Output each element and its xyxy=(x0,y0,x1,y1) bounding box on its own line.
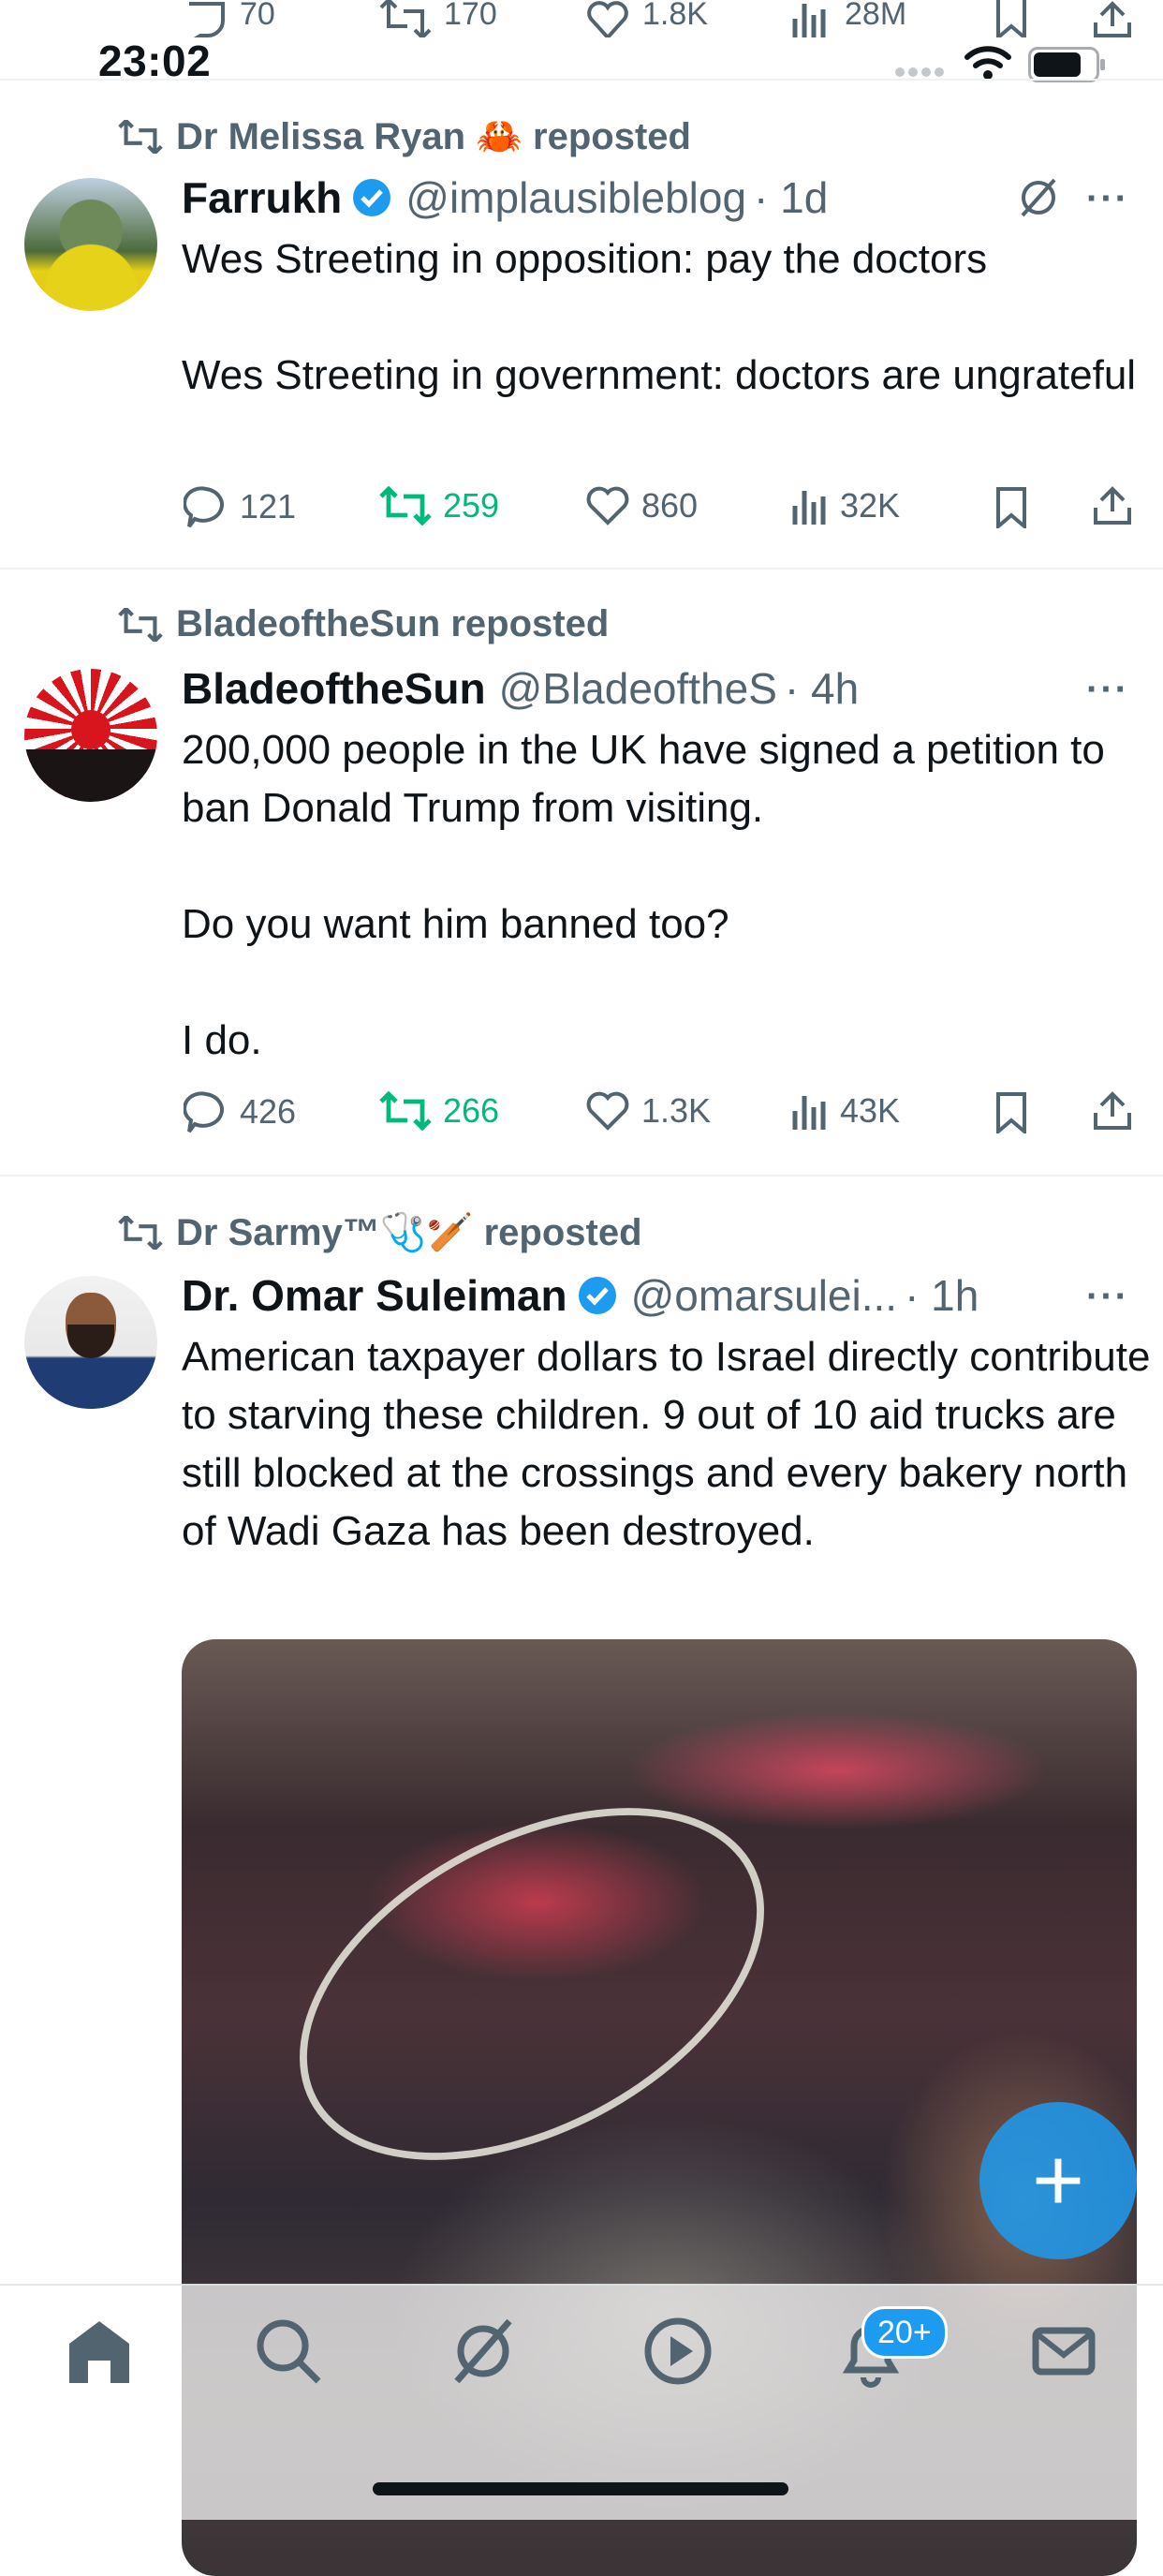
repost-icon xyxy=(118,607,163,642)
signal-icon xyxy=(895,67,948,77)
search-icon[interactable] xyxy=(251,2314,326,2389)
reply-count: 121 xyxy=(240,487,297,526)
grok-icon[interactable] xyxy=(446,2314,521,2389)
tweet-time: · 4h xyxy=(784,664,860,713)
heart-icon xyxy=(586,486,629,526)
tweet-time: · 1h xyxy=(905,1271,979,1320)
divider xyxy=(0,568,1163,570)
avatar[interactable] xyxy=(24,178,157,311)
author-handle[interactable]: @omarsulei... xyxy=(631,1270,897,1321)
repost-icon xyxy=(379,485,432,526)
reply-button[interactable]: 426 xyxy=(184,1090,296,1133)
views-count: 28M xyxy=(845,0,907,32)
home-indicator xyxy=(373,2482,788,2495)
author-name[interactable]: Dr. Omar Suleiman xyxy=(182,1270,567,1321)
author-name[interactable]: BladeoftheSun xyxy=(182,663,486,714)
battery-icon xyxy=(1028,47,1105,82)
verified-badge-icon xyxy=(353,179,391,216)
divider xyxy=(0,79,1163,81)
repost-icon xyxy=(118,119,163,154)
more-options-icon[interactable]: ··· xyxy=(1086,178,1129,220)
bookmark-icon[interactable] xyxy=(994,487,1028,528)
bookmark-icon[interactable] xyxy=(994,1092,1028,1133)
heart-icon xyxy=(586,1091,629,1131)
repost-count: 259 xyxy=(443,486,500,525)
views-icon[interactable] xyxy=(791,0,829,37)
repost-context[interactable]: BladeoftheSun reposted xyxy=(118,603,609,645)
views-icon xyxy=(792,491,826,525)
repost-count: 266 xyxy=(443,1091,500,1130)
like-count: 860 xyxy=(641,486,699,525)
tweet-actions: 426 266 1.3K 43K xyxy=(0,1085,1163,1141)
reply-count: 70 xyxy=(240,0,275,32)
divider xyxy=(0,1175,1163,1177)
repost-icon[interactable] xyxy=(379,0,432,37)
status-bar: 70 170 1.8K 28M 23:02 xyxy=(0,0,1163,85)
tweet-text: 200,000 people in the UK have signed a p… xyxy=(182,727,1105,1063)
author-handle[interactable]: @BladeoftheS xyxy=(499,663,777,714)
tweet-time: · 1d xyxy=(754,173,829,222)
previous-tweet-actions: 70 170 1.8K 28M xyxy=(0,0,1163,37)
tweet-text: American taxpayer dollars to Israel dire… xyxy=(182,1334,1162,1554)
views-count: 43K xyxy=(840,1091,901,1130)
tweet-actions: 121 259 860 32K xyxy=(0,480,1163,536)
share-icon[interactable] xyxy=(1092,0,1133,37)
repost-context-label: BladeoftheSun reposted xyxy=(176,603,610,644)
home-icon[interactable] xyxy=(62,2314,137,2389)
repost-context[interactable]: Dr Sarmy™🩺🏏 reposted xyxy=(118,1210,642,1254)
tweet-text: Wes Streeting in opposition: pay the doc… xyxy=(182,236,1137,398)
repost-context[interactable]: Dr Melissa Ryan 🦀 reposted xyxy=(118,114,691,158)
like-count: 1.3K xyxy=(641,1091,712,1130)
avatar[interactable] xyxy=(24,669,157,802)
reply-icon xyxy=(184,486,224,528)
avatar[interactable] xyxy=(24,1276,157,1409)
repost-button[interactable]: 259 xyxy=(379,485,499,526)
messages-icon[interactable] xyxy=(1026,2314,1101,2389)
bookmark-icon[interactable] xyxy=(994,0,1028,37)
repost-count: 170 xyxy=(444,0,497,32)
author-row: Farrukh @implausibleblog · 1d xyxy=(182,172,828,223)
wifi-icon xyxy=(964,46,1011,80)
more-options-icon[interactable]: ··· xyxy=(1086,1276,1129,1318)
views-icon xyxy=(792,1096,826,1130)
like-count: 1.8K xyxy=(642,0,708,32)
compose-button[interactable]: + xyxy=(979,2102,1137,2259)
reply-icon xyxy=(184,1091,224,1133)
author-name[interactable]: Farrukh xyxy=(182,172,342,223)
share-icon[interactable] xyxy=(1092,485,1133,526)
views-button[interactable]: 32K xyxy=(791,485,900,526)
share-icon[interactable] xyxy=(1092,1090,1133,1132)
views-count: 32K xyxy=(840,486,901,525)
views-button[interactable]: 43K xyxy=(791,1090,900,1132)
grok-icon[interactable] xyxy=(1017,176,1060,219)
reply-button[interactable]: 121 xyxy=(184,485,296,528)
repost-icon xyxy=(379,1090,432,1132)
author-row: BladeoftheSun @BladeoftheS · 4h xyxy=(182,663,859,714)
reply-icon[interactable] xyxy=(184,0,228,37)
heart-icon[interactable] xyxy=(585,0,630,37)
like-button[interactable]: 860 xyxy=(585,485,698,526)
author-row: Dr. Omar Suleiman @omarsulei... · 1h xyxy=(182,1270,979,1321)
more-options-icon[interactable]: ··· xyxy=(1086,669,1129,711)
verified-badge-icon xyxy=(578,1277,616,1314)
video-tab-icon[interactable] xyxy=(640,2314,715,2389)
repost-button[interactable]: 266 xyxy=(379,1090,499,1132)
repost-icon xyxy=(118,1215,163,1250)
like-button[interactable]: 1.3K xyxy=(585,1090,711,1132)
repost-context-label: Dr Sarmy™🩺🏏 reposted xyxy=(176,1212,642,1253)
reply-count: 426 xyxy=(240,1092,297,1131)
repost-context-label: Dr Melissa Ryan 🦀 reposted xyxy=(176,116,691,157)
notifications-badge: 20+ xyxy=(861,2306,948,2359)
author-handle[interactable]: @implausibleblog xyxy=(405,172,746,223)
